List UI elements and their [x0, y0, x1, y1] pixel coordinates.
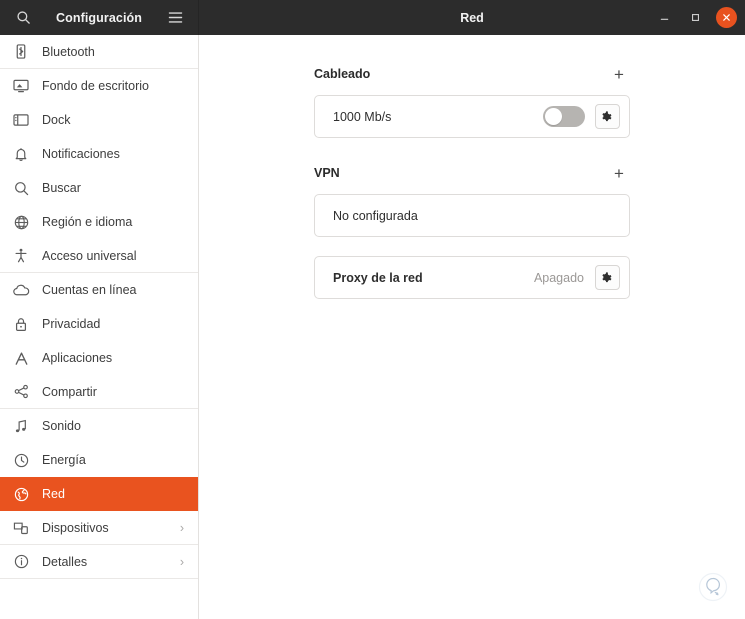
- content-area: Cableado + 1000 Mb/s: [199, 35, 745, 619]
- wired-card: 1000 Mb/s: [314, 95, 630, 138]
- devices-icon: [12, 519, 30, 537]
- sidebar-item-label: Región e idioma: [42, 215, 188, 229]
- applications-icon: [12, 349, 30, 367]
- network-icon: [12, 485, 30, 503]
- settings-window: Configuración Red: [0, 0, 745, 619]
- bell-icon: [12, 145, 30, 163]
- dock-icon: [12, 111, 30, 129]
- search-icon: [12, 179, 30, 197]
- wired-toggle-knob: [545, 108, 562, 125]
- sidebar-item-region-e-idioma[interactable]: Región e idioma: [0, 205, 198, 239]
- sidebar-item-label: Compartir: [42, 385, 188, 399]
- vpn-section-title: VPN: [314, 166, 608, 180]
- sidebar-item-energia[interactable]: Energía: [0, 443, 198, 477]
- sidebar-item-buscar[interactable]: Buscar: [0, 171, 198, 205]
- maximize-button[interactable]: [685, 8, 705, 28]
- power-icon: [12, 451, 30, 469]
- wired-section-title: Cableado: [314, 67, 608, 81]
- sidebar-item-label: Aplicaciones: [42, 351, 188, 365]
- sound-icon: [12, 417, 30, 435]
- sidebar-item-privacidad[interactable]: Privacidad: [0, 307, 198, 341]
- sidebar-item-bluetooth[interactable]: Bluetooth: [0, 35, 198, 69]
- sidebar-item-detalles[interactable]: Detalles ›: [0, 545, 198, 579]
- vpn-status-label: No configurada: [333, 209, 620, 223]
- vpn-section-header: VPN +: [314, 160, 630, 186]
- close-button[interactable]: [716, 7, 737, 28]
- wired-speed-label: 1000 Mb/s: [333, 110, 543, 124]
- network-panel: Cableado + 1000 Mb/s: [314, 35, 630, 299]
- cloud-icon: [12, 281, 30, 299]
- sidebar-item-sonido[interactable]: Sonido: [0, 409, 198, 443]
- sidebar-item-red[interactable]: Red: [0, 477, 198, 511]
- proxy-status: Apagado: [534, 271, 584, 285]
- sidebar-item-label: Red: [42, 487, 188, 501]
- info-icon: [12, 553, 30, 571]
- sidebar-item-label: Dock: [42, 113, 188, 127]
- sidebar-item-fondo-de-escritorio[interactable]: Fondo de escritorio: [0, 69, 198, 103]
- sidebar-item-label: Fondo de escritorio: [42, 79, 188, 93]
- lock-icon: [12, 315, 30, 333]
- wired-settings-button[interactable]: [595, 104, 620, 129]
- chevron-right-icon: ›: [176, 521, 188, 535]
- sidebar-item-cuentas-en-linea[interactable]: Cuentas en línea: [0, 273, 198, 307]
- sidebar-item-dispositivos[interactable]: Dispositivos ›: [0, 511, 198, 545]
- sidebar-item-notificaciones[interactable]: Notificaciones: [0, 137, 198, 171]
- help-bubble-icon[interactable]: [693, 567, 733, 607]
- vpn-status-row: No configurada: [315, 195, 629, 236]
- chevron-right-icon: ›: [176, 555, 188, 569]
- add-wired-button[interactable]: +: [608, 63, 630, 85]
- share-icon: [12, 383, 30, 401]
- title-bar-sidebar-section: Configuración: [0, 0, 199, 35]
- sidebar-item-label: Acceso universal: [42, 249, 188, 263]
- settings-title: Configuración: [36, 11, 162, 25]
- proxy-row: Proxy de la red Apagado: [315, 257, 629, 298]
- sidebar-item-label: Sonido: [42, 419, 188, 433]
- sidebar-item-label: Cuentas en línea: [42, 283, 188, 297]
- minimize-button[interactable]: [654, 8, 674, 28]
- monitor-icon: [12, 77, 30, 95]
- globe-icon: [12, 213, 30, 231]
- wired-connection-row: 1000 Mb/s: [315, 96, 629, 137]
- wired-section-header: Cableado +: [314, 61, 630, 87]
- sidebar-item-compartir[interactable]: Compartir: [0, 375, 198, 409]
- sidebar-item-acceso-universal[interactable]: Acceso universal: [0, 239, 198, 273]
- window-controls: [654, 7, 737, 28]
- accessibility-icon: [12, 247, 30, 265]
- title-bar-content-section: Red: [199, 0, 745, 35]
- sidebar: Bluetooth Fondo de escritorio: [0, 35, 199, 619]
- search-icon[interactable]: [10, 5, 36, 31]
- bluetooth-icon: [12, 43, 30, 61]
- sidebar-item-aplicaciones[interactable]: Aplicaciones: [0, 341, 198, 375]
- proxy-card: Proxy de la red Apagado: [314, 256, 630, 299]
- proxy-settings-button[interactable]: [595, 265, 620, 290]
- sidebar-item-label: Buscar: [42, 181, 188, 195]
- sidebar-item-label: Notificaciones: [42, 147, 188, 161]
- sidebar-item-label: Dispositivos: [42, 521, 176, 535]
- sidebar-item-dock[interactable]: Dock: [0, 103, 198, 137]
- sidebar-item-label: Energía: [42, 453, 188, 467]
- window-body: Bluetooth Fondo de escritorio: [0, 35, 745, 619]
- sidebar-item-label: Detalles: [42, 555, 176, 569]
- title-bar: Configuración Red: [0, 0, 745, 35]
- add-vpn-button[interactable]: +: [608, 162, 630, 184]
- proxy-title: Proxy de la red: [333, 271, 534, 285]
- sidebar-item-label: Bluetooth: [42, 45, 188, 59]
- wired-toggle[interactable]: [543, 106, 585, 127]
- vpn-card: No configurada: [314, 194, 630, 237]
- sidebar-item-label: Privacidad: [42, 317, 188, 331]
- hamburger-menu-icon[interactable]: [162, 5, 188, 31]
